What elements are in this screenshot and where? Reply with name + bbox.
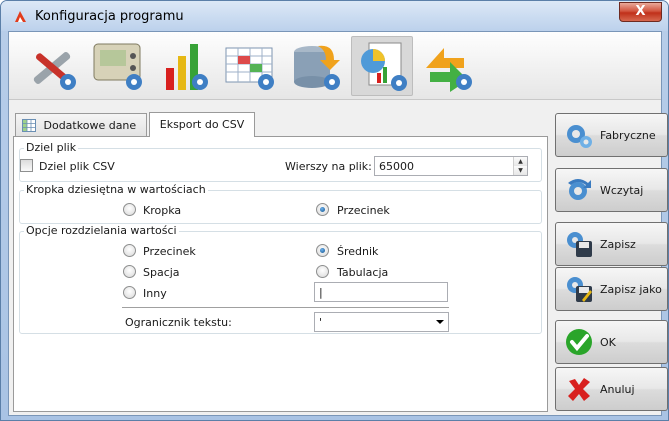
- device-settings-icon[interactable]: [87, 36, 149, 96]
- radio-label: Przecinek: [337, 204, 390, 217]
- cancel-x-icon: [568, 378, 590, 401]
- tab-label: Dodatkowe dane: [43, 119, 137, 132]
- load-gear-icon: [568, 179, 591, 200]
- radio-decimal-dot[interactable]: [123, 203, 136, 216]
- save-as-disk-icon: [567, 277, 592, 302]
- database-icon[interactable]: [285, 36, 347, 96]
- grid-icon: [22, 118, 36, 132]
- cancel-button[interactable]: Anuluj: [555, 367, 668, 411]
- decimal-group: Kropka dziesiętna w wartościach: [19, 183, 542, 224]
- tab-panel-export-csv: Dziel plik Dziel plik CSV Wierszy na pli…: [13, 136, 548, 412]
- button-label: Wczytaj: [600, 184, 644, 197]
- rows-per-file-label: Wierszy na plik:: [285, 160, 372, 173]
- button-label: Fabryczne: [600, 129, 656, 142]
- radio-sep-comma[interactable]: [123, 244, 136, 257]
- table-settings-icon[interactable]: [219, 36, 281, 96]
- button-label: Anuluj: [600, 383, 635, 396]
- radio-sep-semicolon[interactable]: [316, 244, 329, 257]
- close-icon: X: [635, 4, 646, 19]
- gears-icon: [567, 125, 592, 148]
- radio-label: Średnik: [337, 245, 379, 258]
- radio-decimal-comma[interactable]: [316, 203, 329, 216]
- rows-per-file-value: 65000: [379, 160, 414, 173]
- divider: [122, 307, 449, 308]
- save-disk-icon: [567, 232, 592, 257]
- load-button[interactable]: Wczytaj: [555, 168, 668, 212]
- chevron-down-icon: [436, 320, 444, 324]
- export-icon[interactable]: [417, 36, 479, 96]
- radio-label: Tabulacja: [337, 266, 389, 279]
- split-csv-checkbox[interactable]: [20, 159, 33, 172]
- radio-label: Przecinek: [143, 245, 196, 258]
- text-qualifier-value: ': [319, 316, 323, 329]
- spin-down-icon[interactable]: ▼: [514, 166, 527, 175]
- report-settings-icon[interactable]: [351, 36, 413, 96]
- radio-sep-space[interactable]: [123, 265, 136, 278]
- ok-button[interactable]: OK: [555, 320, 668, 364]
- category-toolbar: [9, 32, 661, 100]
- check-icon: [566, 329, 592, 355]
- radio-sep-tab[interactable]: [316, 265, 329, 278]
- radio-label: Kropka: [143, 204, 182, 217]
- radio-sep-other[interactable]: [123, 286, 136, 299]
- tab-label: Eksport do CSV: [159, 118, 245, 131]
- other-separator-value: |: [319, 286, 323, 299]
- radio-label: Spacja: [143, 266, 180, 279]
- separator-group: Opcje rozdzielania wartości: [19, 224, 542, 334]
- charts-settings-icon[interactable]: [153, 36, 215, 96]
- button-label: OK: [600, 336, 616, 349]
- factory-defaults-button[interactable]: Fabryczne: [555, 113, 668, 157]
- window-title: Konfiguracja programu: [35, 9, 184, 24]
- tools-icon[interactable]: [21, 36, 83, 96]
- save-as-button[interactable]: Zapisz jako: [555, 267, 668, 311]
- text-qualifier-select[interactable]: ': [314, 312, 449, 332]
- client-area: Dodatkowe dane Eksport do CSV Dziel plik…: [8, 31, 668, 416]
- configuration-window: Konfiguracja programu X Dodatkowe dane E…: [0, 0, 669, 421]
- text-qualifier-label: Ogranicznik tekstu:: [125, 316, 232, 329]
- group-legend: Opcje rozdzielania wartości: [24, 224, 179, 237]
- other-separator-input[interactable]: |: [314, 282, 448, 302]
- button-label: Zapisz: [600, 238, 636, 251]
- close-button[interactable]: X: [619, 2, 662, 22]
- group-legend: Kropka dziesiętna w wartościach: [24, 183, 208, 196]
- tab-export-csv[interactable]: Eksport do CSV: [149, 112, 255, 137]
- radio-label: Inny: [143, 287, 167, 300]
- rows-per-file-input[interactable]: 65000 ▲ ▼: [374, 156, 528, 176]
- spin-up-icon[interactable]: ▲: [514, 157, 527, 166]
- tab-additional-data[interactable]: Dodatkowe dane: [15, 113, 147, 136]
- rows-spinner[interactable]: ▲ ▼: [513, 157, 527, 175]
- button-label: Zapisz jako: [600, 283, 662, 296]
- save-button[interactable]: Zapisz: [555, 222, 668, 266]
- app-logo-icon: [15, 11, 26, 22]
- title-bar[interactable]: Konfiguracja programu X: [1, 1, 668, 31]
- group-legend: Dziel plik: [24, 141, 79, 154]
- split-csv-label: Dziel plik CSV: [39, 160, 115, 173]
